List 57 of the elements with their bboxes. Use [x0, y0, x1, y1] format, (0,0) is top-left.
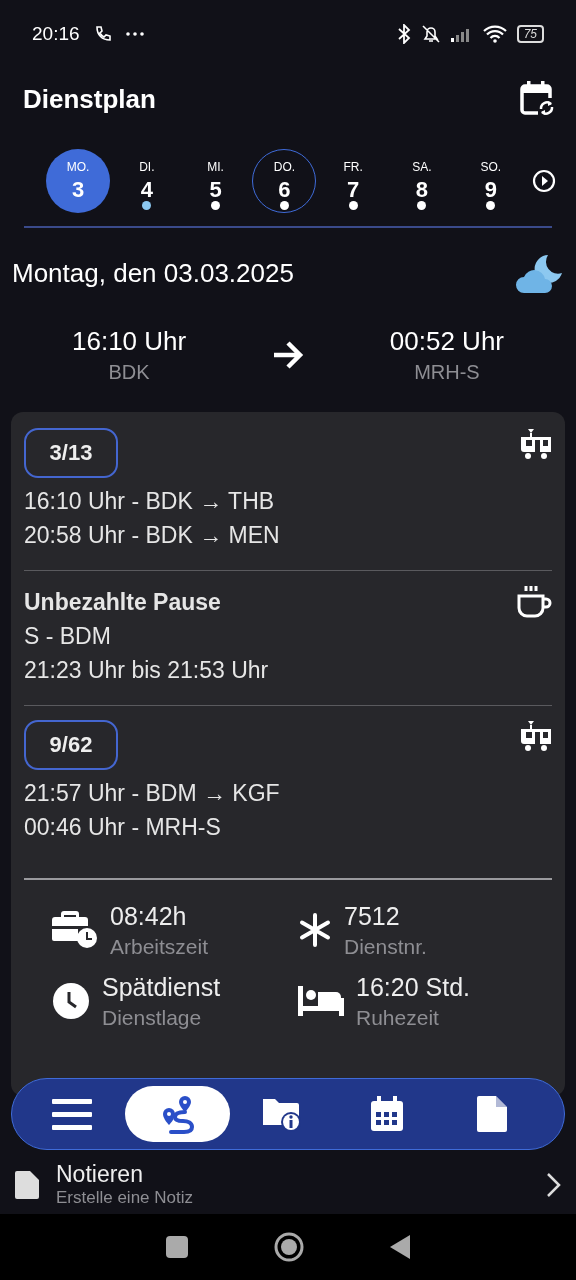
- date-heading: Montag, den 03.03.2025: [12, 258, 295, 289]
- day-selector[interactable]: SO. 9: [458, 149, 523, 213]
- day-selector[interactable]: SA. 8: [390, 149, 454, 213]
- segment-line: 16:10 Uhr - BDK → THB: [24, 486, 276, 516]
- wifi-icon: [482, 25, 507, 43]
- battery-indicator: 75: [516, 25, 544, 43]
- more-icon: [125, 32, 144, 36]
- page-title: Dienstplan: [23, 83, 156, 115]
- moon-cloud-icon: [514, 252, 564, 295]
- summary-value: 08:42h: [110, 901, 188, 931]
- segment-line: 21:23 Uhr bis 21:53 Uhr: [24, 655, 270, 685]
- tram-icon: [520, 427, 552, 460]
- summary-value: 7512: [344, 901, 401, 931]
- block-badge: 9/62: [24, 719, 118, 770]
- start-place: BDK: [108, 360, 150, 384]
- back-icon[interactable]: [390, 1235, 410, 1259]
- summary-value: Spätdienst: [102, 972, 221, 1002]
- tram-icon: [520, 719, 552, 752]
- end-time: 00:52 Uhr: [389, 325, 504, 357]
- bed-icon: [298, 986, 344, 1016]
- summary-label: Dienstlage: [102, 1005, 203, 1030]
- segment-line: 20:58 Uhr - BDK → MEN: [24, 520, 281, 550]
- note-subtitle: Erstelle eine Notiz: [56, 1188, 194, 1209]
- phone-icon: [93, 25, 112, 43]
- note-title: Notieren: [56, 1161, 144, 1189]
- clock-icon: [52, 982, 90, 1020]
- start-time: 16:10 Uhr: [72, 325, 187, 357]
- bluetooth-icon: [396, 24, 411, 44]
- day-selector[interactable]: MI. 5: [183, 149, 248, 213]
- calendar-sync-icon[interactable]: [520, 81, 554, 117]
- document-icon: [475, 1094, 508, 1133]
- calendar-icon: [368, 1094, 405, 1133]
- home-icon[interactable]: [274, 1232, 304, 1262]
- summary-value: 16:20 Std.: [356, 972, 470, 1002]
- segment-line: 00:46 Uhr - MRH-S: [24, 812, 222, 842]
- recents-icon[interactable]: [166, 1236, 188, 1258]
- cup-icon: [516, 584, 552, 619]
- summary-label: Arbeitszeit: [110, 934, 209, 959]
- chevron-right-icon[interactable]: [546, 1171, 562, 1198]
- break-title: Unbezahlte Pause: [24, 587, 222, 617]
- day-selector[interactable]: FR. 7: [321, 149, 386, 213]
- day-selector[interactable]: DI. 4: [114, 149, 179, 213]
- menu-icon: [52, 1096, 93, 1131]
- summary-label: Ruhezeit: [356, 1005, 440, 1030]
- block-badge: 3/13: [24, 427, 118, 478]
- end-place: MRH-S: [414, 360, 480, 384]
- summary-label: Dienstnr.: [344, 934, 427, 959]
- asterisk-icon: [298, 913, 332, 947]
- day-selector[interactable]: MO. 3: [46, 149, 110, 213]
- segment-line: S - BDM: [24, 621, 112, 651]
- clock-time: 20:16: [32, 23, 80, 45]
- segment-line: 21:57 Uhr - BDM → KGF: [24, 778, 281, 808]
- next-week-icon[interactable]: [531, 169, 556, 193]
- bell-muted-icon: [420, 24, 441, 44]
- briefcase-clock-icon: [52, 911, 98, 949]
- arrow-icon: [272, 339, 304, 370]
- document-icon: [14, 1169, 40, 1200]
